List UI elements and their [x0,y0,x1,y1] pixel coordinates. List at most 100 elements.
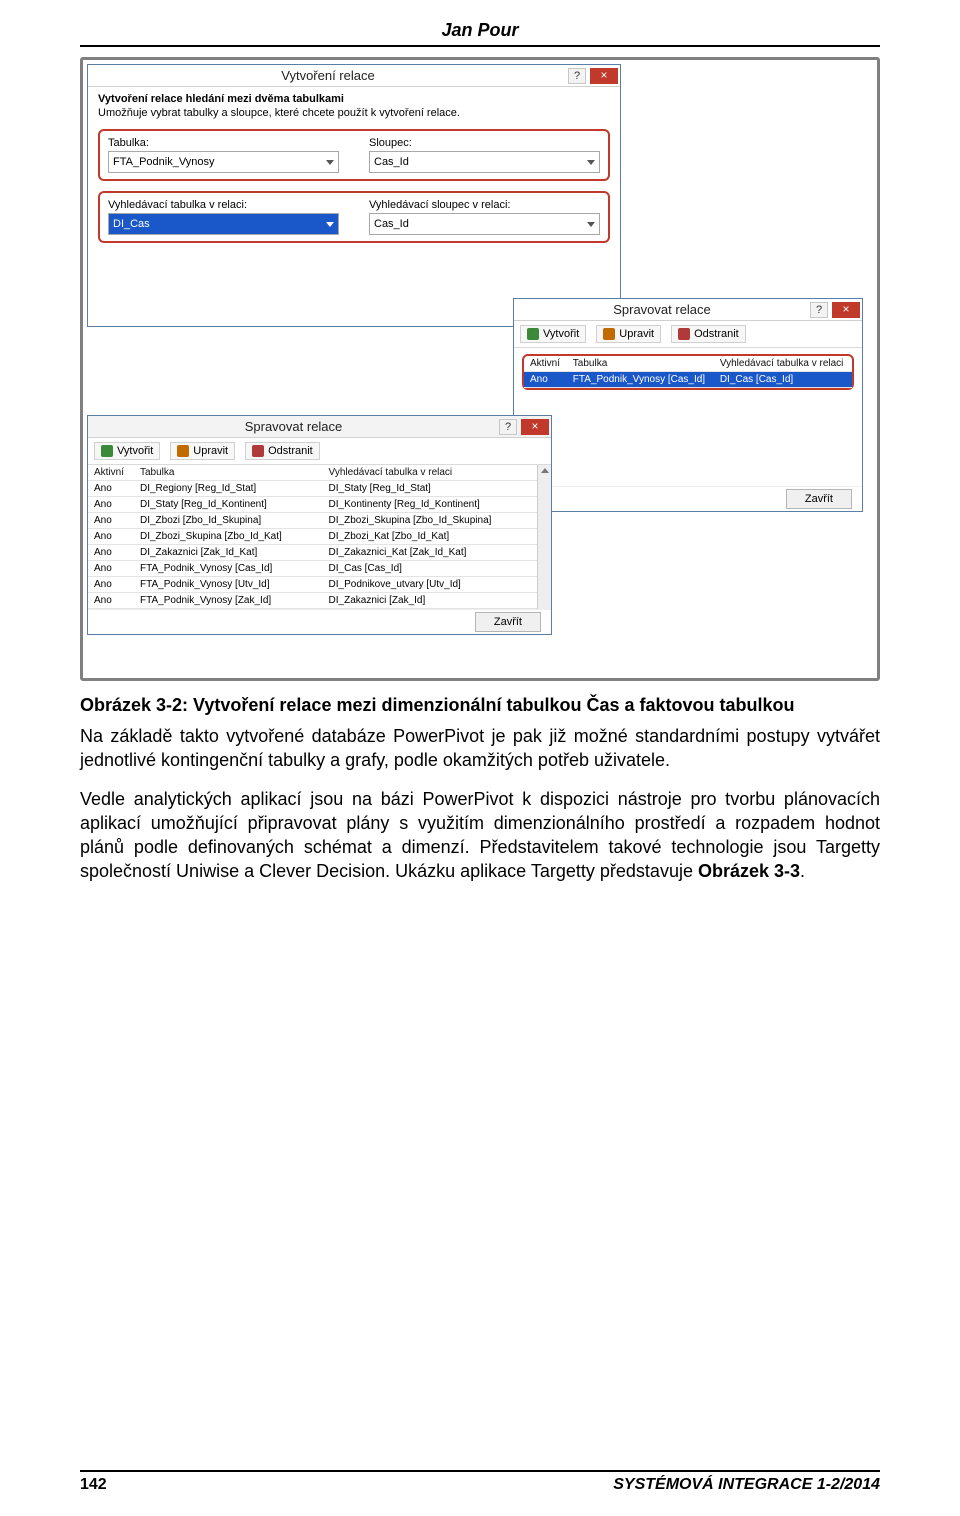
cell-active: Ano [88,577,134,593]
delete-icon [252,445,264,457]
cell-table: DI_Zakaznici [Zak_Id_Kat] [134,545,323,561]
figure-ref: Obrázek 3-3 [698,861,800,881]
delete-icon [678,328,690,340]
table-row[interactable]: AnoDI_Zbozi [Zbo_Id_Skupina]DI_Zbozi_Sku… [88,513,537,529]
manage-relations-small: Spravovat relace ? × Vytvořit Upravit Od… [513,298,863,512]
help-button[interactable]: ? [568,68,586,84]
table-select[interactable]: FTA_Podnik_Vynosy [108,151,339,173]
delete-button[interactable]: Odstranit [671,325,746,343]
table-row[interactable]: AnoDI_Staty [Reg_Id_Kontinent]DI_Kontine… [88,497,537,513]
cell-lookup: DI_Zbozi_Skupina [Zbo_Id_Skupina] [323,513,537,529]
cell-active: Ano [88,481,134,497]
manage-small-title: Spravovat relace [514,302,810,317]
create-dialog-heading: Vytvoření relace hledání mezi dvěma tabu… [98,93,610,105]
cell-table: FTA_Podnik_Vynosy [Zak_Id] [134,593,323,609]
create-label: Vytvořit [117,445,153,457]
column-label: Sloupec: [369,137,600,149]
col-active: Aktivní [88,465,134,481]
manage-large-titlebar: Spravovat relace ? × [88,416,551,438]
page-footer: 142 SYSTÉMOVÁ INTEGRACE 1-2/2014 [80,1470,880,1494]
edit-icon [177,445,189,457]
cell-active: Ano [88,593,134,609]
create-dialog-subtext: Umožňuje vybrat tabulky a sloupce, které… [98,107,610,119]
table-row[interactable]: Ano FTA_Podnik_Vynosy [Cas_Id] DI_Cas [C… [524,372,852,388]
manage-relations-large: Spravovat relace ? × Vytvořit Upravit Od… [87,415,552,635]
close-button[interactable]: × [590,68,618,84]
delete-label: Odstranit [268,445,313,457]
help-button[interactable]: ? [810,302,828,318]
col-active: Aktivní [524,356,567,372]
close-button[interactable]: × [521,419,549,435]
cell-active: Ano [88,545,134,561]
table-row[interactable]: AnoDI_Zbozi_Skupina [Zbo_Id_Kat]DI_Zbozi… [88,529,537,545]
figure-caption: Obrázek 3-2: Vytvoření relace mezi dimen… [80,695,880,716]
manage-large-toolbar: Vytvořit Upravit Odstranit [88,438,551,465]
table-row[interactable]: AnoFTA_Podnik_Vynosy [Cas_Id]DI_Cas [Cas… [88,561,537,577]
manage-small-grid: Aktivní Tabulka Vyhledávací tabulka v re… [524,356,852,388]
edit-button[interactable]: Upravit [170,442,235,460]
col-table: Tabulka [567,356,714,372]
field-group-1: Tabulka: FTA_Podnik_Vynosy Sloupec: Cas_… [98,129,610,181]
delete-label: Odstranit [694,328,739,340]
create-icon [101,445,113,457]
table-label: Tabulka: [108,137,339,149]
col-table: Tabulka [134,465,323,481]
header-rule [80,45,880,47]
cell-table: DI_Regiony [Reg_Id_Stat] [134,481,323,497]
scroll-up-icon [541,468,549,473]
column-value: Cas_Id [374,156,409,168]
cell-table: FTA_Podnik_Vynosy [Cas_Id] [567,372,714,388]
create-dialog-titlebar: Vytvoření relace ? × [88,65,620,87]
paragraph-2: Vedle analytických aplikací jsou na bázi… [80,787,880,884]
cell-table: DI_Zbozi_Skupina [Zbo_Id_Kat] [134,529,323,545]
column-select[interactable]: Cas_Id [369,151,600,173]
close-dialog-button[interactable]: Zavřít [475,612,541,632]
edit-button[interactable]: Upravit [596,325,661,343]
cell-active: Ano [88,561,134,577]
cell-lookup: DI_Zakaznici_Kat [Zak_Id_Kat] [323,545,537,561]
lookup-column-label: Vyhledávací sloupec v relaci: [369,199,600,211]
col-lookup: Vyhledávací tabulka v relaci [714,356,852,372]
cell-active: Ano [524,372,567,388]
table-header-row: Aktivní Tabulka Vyhledávací tabulka v re… [88,465,537,481]
create-label: Vytvořit [543,328,579,340]
chevron-down-icon [326,222,334,227]
col-lookup: Vyhledávací tabulka v relaci [323,465,537,481]
footer-rule [80,1470,880,1472]
help-button[interactable]: ? [499,419,517,435]
chevron-down-icon [587,222,595,227]
manage-large-title: Spravovat relace [88,419,499,434]
chevron-down-icon [587,160,595,165]
field-group-2: Vyhledávací tabulka v relaci: DI_Cas Vyh… [98,191,610,243]
edit-icon [603,328,615,340]
lookup-column-select[interactable]: Cas_Id [369,213,600,235]
table-row[interactable]: AnoFTA_Podnik_Vynosy [Zak_Id]DI_Zakaznic… [88,593,537,609]
manage-large-grid: Aktivní Tabulka Vyhledávací tabulka v re… [88,465,537,609]
close-dialog-button[interactable]: Zavřít [786,489,852,509]
create-button[interactable]: Vytvořit [520,325,586,343]
cell-table: DI_Staty [Reg_Id_Kontinent] [134,497,323,513]
cell-table: FTA_Podnik_Vynosy [Cas_Id] [134,561,323,577]
lookup-table-select[interactable]: DI_Cas [108,213,339,235]
cell-lookup: DI_Kontinenty [Reg_Id_Kontinent] [323,497,537,513]
table-header-row: Aktivní Tabulka Vyhledávací tabulka v re… [524,356,852,372]
create-button[interactable]: Vytvořit [94,442,160,460]
create-dialog-body: Vytvoření relace hledání mezi dvěma tabu… [88,87,620,263]
table-row[interactable]: AnoDI_Regiony [Reg_Id_Stat]DI_Staty [Reg… [88,481,537,497]
cell-active: Ano [88,497,134,513]
table-row[interactable]: AnoFTA_Podnik_Vynosy [Utv_Id]DI_Podnikov… [88,577,537,593]
cell-lookup: DI_Zbozi_Kat [Zbo_Id_Kat] [323,529,537,545]
cell-active: Ano [88,513,134,529]
cell-table: DI_Zbozi [Zbo_Id_Skupina] [134,513,323,529]
page: Jan Pour Vytvoření relace ? × Vytvoření … [0,0,960,1516]
scrollbar[interactable] [537,465,551,609]
paragraph-2-tail: . [800,861,805,881]
close-button[interactable]: × [832,302,860,318]
cell-lookup: DI_Podnikove_utvary [Utv_Id] [323,577,537,593]
manage-small-grid-outline: Aktivní Tabulka Vyhledávací tabulka v re… [522,354,854,390]
lookup-column-value: Cas_Id [374,218,409,230]
table-row[interactable]: AnoDI_Zakaznici [Zak_Id_Kat]DI_Zakaznici… [88,545,537,561]
paragraph-1: Na základě takto vytvořené databáze Powe… [80,724,880,773]
delete-button[interactable]: Odstranit [245,442,320,460]
edit-label: Upravit [619,328,654,340]
